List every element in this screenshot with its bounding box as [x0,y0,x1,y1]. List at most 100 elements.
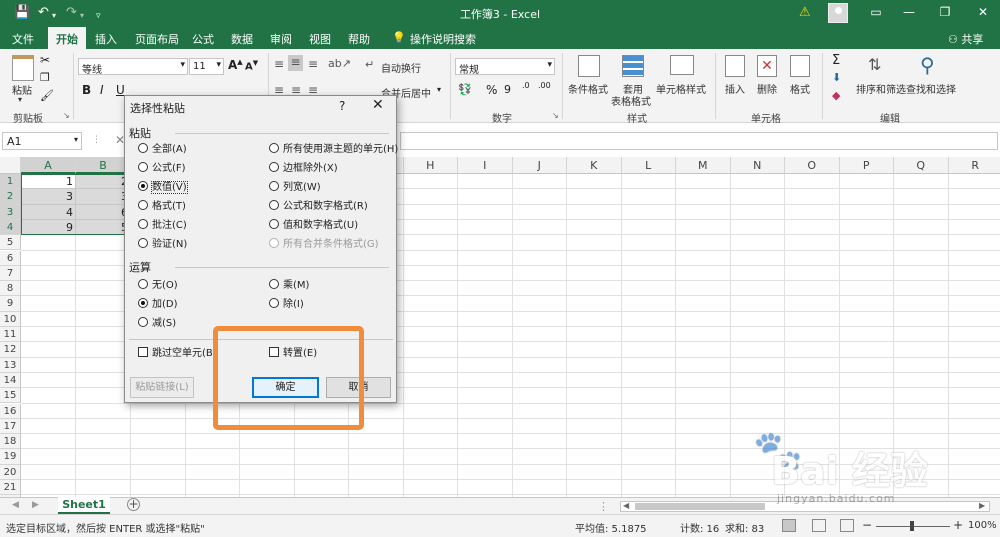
wrap-text-icon[interactable]: ↵ [365,58,374,71]
tab-file[interactable]: 文件 [12,31,34,47]
insert-cells-button[interactable]: 插入 [725,81,745,96]
sort-filter-icon[interactable]: ⇅ [868,55,881,74]
column-header[interactable]: Q [894,157,949,174]
row-header[interactable]: 6 [0,250,21,266]
next-sheet-icon[interactable]: ▶ [32,500,39,510]
align-middle-icon[interactable]: ≡ [288,55,303,71]
column-header[interactable]: K [567,157,622,174]
radio-paste_options-2[interactable]: 数值(V) [138,181,188,195]
column-header[interactable]: I [458,157,513,174]
row-header[interactable]: 13 [0,357,21,373]
zoom-level[interactable]: 100% [968,520,997,531]
row-header[interactable]: 16 [0,403,21,419]
radio-paste_options-3[interactable]: 格式(T) [138,200,186,214]
align-top-icon[interactable]: ≡ [274,57,284,71]
name-box[interactable]: A1 ▾ [2,132,82,150]
scroll-thumb[interactable] [635,503,765,510]
cut-icon[interactable]: ✂ [40,53,50,67]
row-header[interactable]: 7 [0,265,21,282]
accounting-format-icon[interactable]: 💱 [458,83,472,96]
column-header[interactable]: B [76,157,131,174]
help-icon[interactable]: ? [339,99,345,113]
row-header[interactable]: 8 [0,281,21,297]
column-header[interactable]: P [839,157,894,174]
row-header[interactable]: 4 [0,219,21,236]
avatar[interactable] [828,3,848,23]
row-header[interactable]: 15 [0,388,21,404]
number-format-select[interactable]: 常规 ▾ [455,58,555,76]
wrap-text-button[interactable]: 自动换行 [381,60,421,75]
row-header[interactable]: 10 [0,311,21,327]
paste-link-button[interactable]: 粘贴链接(L) [130,377,194,398]
cell-styles-button[interactable]: 单元格样式 [656,81,706,96]
cell-a4[interactable]: 9 [21,220,76,235]
zoom-slider-thumb[interactable] [910,521,914,531]
tab-review[interactable]: 审阅 [270,31,292,47]
conditional-format-button[interactable]: 条件格式 [568,81,608,96]
find-select-icon[interactable]: ⚲ [920,53,935,77]
sort-filter-button[interactable]: 排序和筛选 [856,81,906,96]
column-header[interactable]: R [948,157,1000,174]
cell-b4[interactable]: 5 [76,220,131,235]
fill-icon[interactable]: ⬇ [832,71,841,84]
bold-button[interactable]: B [82,83,91,97]
font-name-select[interactable]: 等线 ▾ [78,58,188,76]
orientation-icon[interactable]: ab↗ [328,57,351,70]
autosum-icon[interactable]: Σ [832,53,840,68]
grow-font-icon[interactable]: A▲ [228,58,243,72]
align-bottom-icon[interactable]: ≡ [308,57,318,71]
clear-icon[interactable]: ◆ [832,89,840,102]
tab-page-layout[interactable]: 页面布局 [135,31,179,47]
minimize-icon[interactable]: — [899,5,919,19]
number-launcher-icon[interactable]: ↘ [552,111,559,120]
radio-op_left-1[interactable]: 加(D) [138,298,178,312]
radio-op_right-1[interactable]: 除(I) [269,298,304,312]
increase-decimal-button[interactable]: .0 [522,81,530,90]
font-size-select[interactable]: 11 ▾ [189,58,224,75]
shrink-font-icon[interactable]: A▼ [245,59,258,72]
radio-paste_options_right-0[interactable]: 所有使用源主题的单元(H) [269,143,398,157]
format-cells-icon[interactable] [790,55,810,77]
merge-dropdown-icon[interactable]: ▾ [437,85,441,94]
column-header[interactable]: M [676,157,731,174]
format-cells-button[interactable]: 格式 [790,81,810,96]
normal-view-icon[interactable] [782,519,796,532]
row-header[interactable]: 9 [0,296,21,312]
tab-insert[interactable]: 插入 [95,31,117,47]
row-header[interactable]: 11 [0,327,21,343]
prev-sheet-icon[interactable]: ◀ [12,500,19,510]
restore-icon[interactable]: ❐ [935,5,955,19]
cell-a1[interactable]: 1 [21,174,76,189]
cell-b2[interactable]: 3 [76,189,131,204]
radio-op_left-0[interactable]: 无(O) [138,279,178,293]
delete-cells-icon[interactable]: ✕ [757,55,777,77]
add-sheet-button[interactable]: + [127,498,140,511]
tab-home[interactable]: 开始 [48,27,86,49]
tell-me-search[interactable]: 操作说明搜索 [410,31,476,47]
column-header[interactable]: J [512,157,567,174]
row-header[interactable]: 18 [0,434,21,450]
copy-icon[interactable]: ❐ [40,71,50,84]
row-header[interactable]: 12 [0,342,21,358]
sheet-tab[interactable]: Sheet1 [58,497,110,514]
find-select-button[interactable]: 查找和选择 [906,81,956,96]
format-painter-icon[interactable]: 🖌 [40,89,54,102]
row-header[interactable]: 19 [0,449,21,465]
skip-blanks-checkbox[interactable]: 跳过空单元(B) [138,347,217,361]
formula-input[interactable] [400,132,998,150]
scroll-left-icon[interactable]: ◀ [623,501,629,510]
cell-a3[interactable]: 4 [21,205,76,220]
row-header[interactable]: 2 [0,189,21,205]
select-all-button[interactable] [0,157,21,174]
insert-cells-icon[interactable] [725,55,745,77]
row-header[interactable]: 1 [0,174,21,190]
decrease-decimal-button[interactable]: .00 [538,81,551,90]
radio-paste_options_right-1[interactable]: 边框除外(X) [269,162,338,176]
radio-paste_options-0[interactable]: 全部(A) [138,143,187,157]
cell-a2[interactable]: 3 [21,189,76,204]
dialog-close-icon[interactable]: ✕ [372,97,384,113]
radio-op_right-0[interactable]: 乘(M) [269,279,309,293]
comma-style-button[interactable]: 9 [504,83,511,96]
radio-paste_options_right-3[interactable]: 公式和数字格式(R) [269,200,368,214]
column-header[interactable]: A [21,157,76,174]
